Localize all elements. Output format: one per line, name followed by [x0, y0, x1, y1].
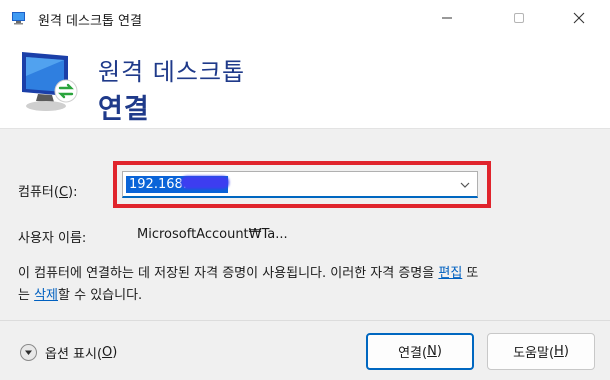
- connect-label-accesskey: N: [427, 344, 437, 359]
- app-icon: [12, 12, 25, 25]
- computer-label-accesskey: C: [58, 185, 69, 200]
- options-label-suffix: ): [112, 345, 118, 360]
- close-button[interactable]: [556, 0, 602, 36]
- info-text-part1: 이 컴퓨터에 연결하는 데 저장된 자격 증명이 사용됩니다. 이러한 자격 증…: [18, 266, 439, 281]
- connect-button[interactable]: 연결(N): [366, 333, 474, 370]
- computer-label-text: 컴퓨터(: [18, 185, 59, 200]
- credentials-info-text: 이 컴퓨터에 연결하는 데 저장된 자격 증명이 사용됩니다. 이러한 자격 증…: [18, 263, 488, 307]
- computer-label-suffix: ):: [68, 185, 78, 200]
- chevron-down-icon[interactable]: [459, 179, 471, 191]
- chevron-down-small-icon: [25, 350, 32, 355]
- connect-label-text: 연결(: [398, 346, 428, 361]
- connect-label-suffix: ): [436, 344, 442, 359]
- help-label-text: 도움말(: [513, 346, 555, 361]
- banner-subtitle: 연결: [98, 94, 150, 125]
- user-name-label: 사용자 이름:: [18, 231, 87, 246]
- maximize-icon: [514, 13, 524, 23]
- header-banner: 원격 데스크톱 연결: [0, 36, 610, 129]
- delete-link[interactable]: 삭제: [34, 288, 58, 303]
- minimize-icon: [442, 17, 452, 19]
- expand-options-icon[interactable]: [20, 344, 37, 361]
- window-title: 원격 데스크톱 연결: [38, 14, 142, 29]
- maximize-button[interactable]: [496, 0, 542, 36]
- user-name-value: MicrosoftAccount₩Ta...: [137, 227, 288, 242]
- computer-combobox[interactable]: 192.168.: [122, 171, 478, 198]
- minimize-button[interactable]: [424, 0, 470, 36]
- remote-desktop-window: 원격 데스크톱 연결 원격 데스크톱 연결 컴퓨터(C): 192.168. 사…: [0, 0, 610, 380]
- title-bar[interactable]: 원격 데스크톱 연결: [0, 0, 610, 36]
- help-label-suffix: ): [563, 344, 569, 359]
- close-icon: [573, 12, 585, 24]
- computer-input-value: 192.168.: [129, 177, 187, 192]
- redaction-mark: [181, 176, 229, 189]
- remote-desktop-monitor-icon: [22, 52, 78, 111]
- help-button[interactable]: 도움말(H): [487, 333, 595, 370]
- options-label-accesskey: O: [102, 345, 113, 360]
- banner-title: 원격 데스크톱: [98, 58, 246, 86]
- help-label-accesskey: H: [554, 344, 564, 359]
- info-text-part3: 할 수 있습니다.: [58, 288, 143, 303]
- computer-label: 컴퓨터(C):: [18, 181, 77, 200]
- edit-link[interactable]: 편집: [438, 266, 462, 281]
- show-options-toggle[interactable]: 옵션 표시(O): [20, 343, 117, 362]
- options-label-text: 옵션 표시(: [45, 347, 103, 362]
